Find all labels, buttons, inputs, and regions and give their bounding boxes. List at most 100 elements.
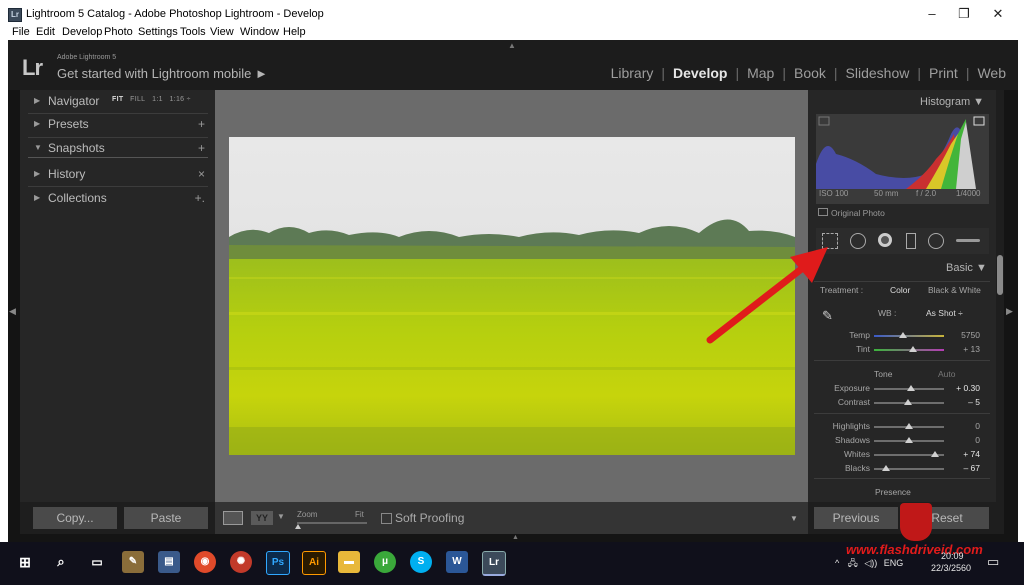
slider-knob[interactable]: [899, 332, 908, 338]
slider-knob[interactable]: [903, 399, 912, 405]
skype-icon[interactable]: S: [410, 551, 432, 573]
notes-icon[interactable]: ▤: [158, 551, 180, 573]
zoom-fill[interactable]: FILL: [130, 96, 145, 103]
right-panel-toggle-icon[interactable]: ▶: [1006, 306, 1013, 317]
graduated-filter-icon[interactable]: [906, 233, 916, 249]
menu-view[interactable]: View: [210, 24, 234, 40]
task-view-icon[interactable]: ▭: [86, 551, 108, 573]
history-header[interactable]: ▶ History ×: [20, 163, 215, 187]
loupe-view-icon[interactable]: [223, 511, 243, 525]
paint-icon[interactable]: ✎: [122, 551, 144, 573]
wb-select[interactable]: As Shot ÷: [926, 308, 963, 318]
add-collection-icon[interactable]: +.: [195, 191, 205, 205]
slider-value[interactable]: + 0.30: [950, 383, 980, 393]
illustrator-icon[interactable]: Ai: [302, 551, 326, 575]
menu-photo[interactable]: Photo: [104, 24, 133, 40]
module-develop[interactable]: Develop: [673, 65, 727, 81]
menu-window[interactable]: Window: [240, 24, 279, 40]
zoom-1-16[interactable]: 1:16 ÷: [170, 96, 191, 103]
original-photo-toggle[interactable]: Original Photo: [818, 208, 885, 218]
slider-value[interactable]: – 67: [950, 463, 980, 473]
presets-header[interactable]: ▶ Presets +: [20, 113, 215, 137]
slider-knob[interactable]: [905, 423, 913, 429]
search-icon[interactable]: ⌕: [50, 551, 72, 573]
zoom-fit[interactable]: FIT: [112, 96, 123, 103]
lightroom-taskbar-icon[interactable]: Lr: [482, 551, 506, 576]
module-map[interactable]: Map: [747, 65, 774, 81]
slider-knob[interactable]: [881, 465, 890, 471]
slider-shadows[interactable]: Shadows 0: [814, 435, 990, 447]
before-after-icon[interactable]: YY: [251, 511, 273, 525]
before-after-dropdown-icon[interactable]: ▼: [277, 512, 285, 521]
slider-blacks[interactable]: Blacks – 67: [814, 463, 990, 475]
histogram-header[interactable]: Histogram ▼: [920, 96, 984, 108]
slider-value[interactable]: 0: [950, 421, 980, 431]
navigator-header[interactable]: ▶ Navigator FIT FILL 1:1 1:16 ÷: [20, 90, 215, 114]
slider-value[interactable]: 5750: [950, 330, 980, 340]
scrollbar-thumb[interactable]: [997, 255, 1003, 295]
volume-icon[interactable]: ◁)): [864, 558, 877, 568]
menu-tools[interactable]: Tools: [180, 24, 206, 40]
add-preset-icon[interactable]: +: [198, 117, 205, 131]
module-slideshow[interactable]: Slideshow: [846, 65, 910, 81]
slider-knob[interactable]: [907, 385, 916, 391]
red-eye-icon[interactable]: [878, 233, 892, 247]
windows-start-icon[interactable]: ⊞: [14, 551, 36, 573]
zoom-1-1[interactable]: 1:1: [152, 96, 163, 103]
clear-history-icon[interactable]: ×: [198, 167, 205, 181]
collections-header[interactable]: ▶ Collections +.: [20, 187, 215, 211]
slider-tint[interactable]: Tint + 13: [814, 344, 990, 356]
tray-overflow-icon[interactable]: ^: [835, 558, 839, 568]
photoshop-icon[interactable]: Ps: [266, 551, 290, 575]
paste-settings-button[interactable]: Paste: [124, 507, 208, 529]
basic-header[interactable]: Basic ▼: [946, 262, 987, 274]
notifications-icon[interactable]: ▭: [987, 554, 999, 570]
bottom-panel-toggle-icon[interactable]: ▲: [512, 534, 519, 541]
word-icon[interactable]: W: [446, 551, 468, 573]
language-indicator[interactable]: ENG: [884, 558, 904, 568]
menu-edit[interactable]: Edit: [36, 24, 55, 40]
soft-proofing-checkbox[interactable]: [381, 513, 392, 524]
left-panel-toggle-icon[interactable]: ◀: [9, 306, 16, 317]
menu-settings[interactable]: Settings: [138, 24, 178, 40]
zoom-slider[interactable]: [297, 522, 367, 524]
slider-exposure[interactable]: Exposure + 0.30: [814, 383, 990, 395]
toolbar-menu-icon[interactable]: ▼: [790, 514, 798, 523]
slider-whites[interactable]: Whites + 74: [814, 449, 990, 461]
close-button[interactable]: ✕: [978, 4, 1018, 24]
adjustment-brush-icon[interactable]: [956, 239, 980, 242]
add-snapshot-icon[interactable]: +: [198, 141, 205, 155]
slider-knob[interactable]: [930, 451, 939, 457]
right-panel-scrollbar[interactable]: [996, 90, 1004, 502]
module-book[interactable]: Book: [794, 65, 826, 81]
slider-value[interactable]: 0: [950, 435, 980, 445]
slider-knob[interactable]: [908, 346, 917, 352]
menu-file[interactable]: File: [12, 24, 30, 40]
network-icon[interactable]: 🖧: [848, 558, 858, 568]
red-app-icon[interactable]: ✺: [230, 551, 252, 573]
spot-removal-icon[interactable]: [850, 233, 866, 249]
treatment-bw-button[interactable]: Black & White: [928, 285, 981, 295]
clock-date[interactable]: 22/3/2560: [931, 563, 971, 573]
menu-develop[interactable]: Develop: [62, 24, 102, 40]
menu-help[interactable]: Help: [283, 24, 306, 40]
top-panel-toggle-icon[interactable]: ▲: [508, 41, 516, 50]
chrome-icon[interactable]: ◉: [194, 551, 216, 573]
file-explorer-icon[interactable]: ▬: [338, 551, 360, 573]
clock-time[interactable]: 20:09: [941, 551, 964, 561]
module-web[interactable]: Web: [977, 65, 1006, 81]
slider-temp[interactable]: Temp 5750: [814, 330, 990, 342]
module-library[interactable]: Library: [611, 65, 654, 81]
tone-auto-button[interactable]: Auto: [938, 369, 956, 379]
utorrent-icon[interactable]: μ: [374, 551, 396, 573]
zoom-slider-knob[interactable]: [295, 524, 301, 529]
slider-knob[interactable]: [905, 437, 913, 443]
slider-contrast[interactable]: Contrast – 5: [814, 397, 990, 409]
mobile-cta-link[interactable]: Get started with Lightroom mobile ►: [57, 66, 268, 81]
treatment-color-button[interactable]: Color: [890, 285, 910, 295]
copy-settings-button[interactable]: Copy...: [33, 507, 117, 529]
slider-value[interactable]: – 5: [950, 397, 980, 407]
slider-highlights[interactable]: Highlights 0: [814, 421, 990, 433]
slider-value[interactable]: + 13: [950, 344, 980, 354]
previous-button[interactable]: Previous: [814, 507, 898, 529]
